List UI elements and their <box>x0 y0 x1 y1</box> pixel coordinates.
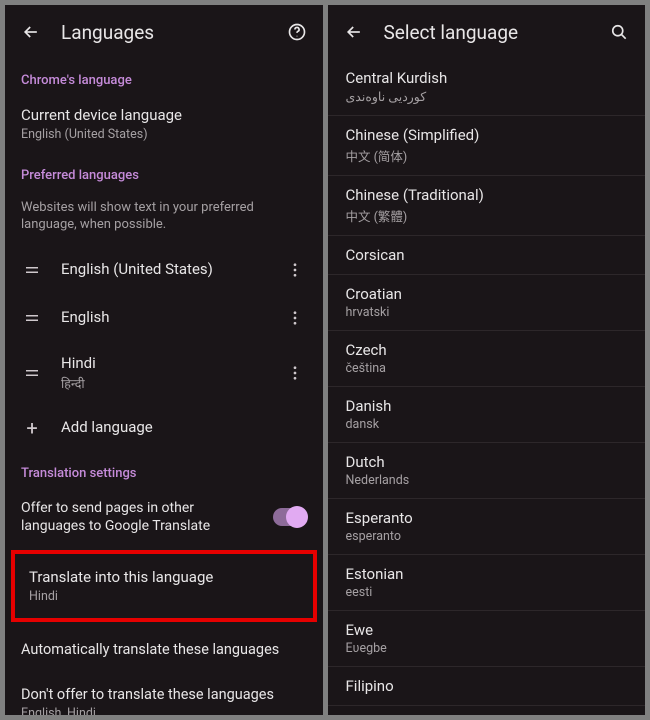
add-language-button[interactable]: + Add language <box>5 404 323 452</box>
language-list-item[interactable]: Corsican <box>328 235 646 274</box>
row-secondary: esperanto <box>346 529 630 544</box>
drag-handle-icon[interactable] <box>21 309 43 327</box>
row-primary: Czech <box>346 341 630 359</box>
highlight-annotation: Translate into this language Hindi <box>11 550 317 622</box>
back-icon[interactable] <box>19 20 43 44</box>
more-icon[interactable] <box>283 364 307 382</box>
row-secondary: 中文 (繁體) <box>346 206 630 225</box>
row-primary: Current device language <box>21 106 307 125</box>
row-primary: Chinese (Simplified) <box>346 126 630 144</box>
row-primary: Esperanto <box>346 509 630 527</box>
auto-translate-languages[interactable]: Automatically translate these languages <box>5 626 323 674</box>
row-secondary: dansk <box>346 417 630 432</box>
offer-translate-toggle[interactable] <box>273 508 307 526</box>
drag-handle-icon[interactable] <box>21 364 43 382</box>
row-primary: Dutch <box>346 453 630 471</box>
language-list-item[interactable]: Chinese (Simplified) 中文 (简体) <box>328 115 646 175</box>
row-primary: Offer to send pages in other languages t… <box>21 499 255 537</box>
language-list-item[interactable]: Dutch Nederlands <box>328 442 646 498</box>
search-icon[interactable] <box>607 20 631 44</box>
section-chrome-language: Chrome's language <box>5 59 323 94</box>
row-secondary: Nederlands <box>346 473 630 488</box>
page-title: Languages <box>61 21 267 44</box>
row-secondary: हिन्दी <box>61 375 265 392</box>
row-primary: Corsican <box>346 246 630 264</box>
language-list-item[interactable]: Filipino <box>328 666 646 705</box>
row-secondary: کوردیی ناوەندی <box>346 89 630 105</box>
row-secondary: English, Hindi <box>21 706 307 715</box>
section-translation-settings: Translation settings <box>5 452 323 487</box>
translate-into-language[interactable]: Translate into this language Hindi <box>15 554 313 618</box>
appbar: Select language <box>328 5 646 59</box>
row-secondary: Eʋegbe <box>346 641 630 656</box>
row-primary: English <box>61 308 265 327</box>
select-language-pane: Select language Central Kurdish کوردیی نا… <box>328 5 646 715</box>
more-icon[interactable] <box>283 261 307 279</box>
drag-handle-icon[interactable] <box>21 261 43 279</box>
row-primary: Ewe <box>346 621 630 639</box>
offer-translate-toggle-row[interactable]: Offer to send pages in other languages t… <box>5 487 323 549</box>
row-primary: Estonian <box>346 565 630 583</box>
row-primary: Filipino <box>346 677 630 695</box>
row-primary: Add language <box>61 418 307 437</box>
plus-icon: + <box>21 416 43 440</box>
language-list-item[interactable]: Chinese (Traditional) 中文 (繁體) <box>328 175 646 235</box>
language-list-item[interactable]: Ewe Eʋegbe <box>328 610 646 666</box>
row-primary: Automatically translate these languages <box>21 641 307 659</box>
language-list-item[interactable]: Czech čeština <box>328 330 646 386</box>
language-list-item[interactable]: Esperanto esperanto <box>328 498 646 554</box>
appbar: Languages <box>5 5 323 59</box>
preferred-languages-desc: Websites will show text in your preferre… <box>5 189 323 246</box>
row-secondary: Hindi <box>29 589 299 604</box>
section-preferred-languages: Preferred languages <box>5 154 323 189</box>
row-secondary: eesti <box>346 585 630 600</box>
current-device-language[interactable]: Current device language English (United … <box>5 94 323 154</box>
row-secondary: čeština <box>346 361 630 376</box>
languages-settings-pane: Languages Chrome's language Current devi… <box>5 5 323 715</box>
language-list-item[interactable]: Danish dansk <box>328 386 646 442</box>
row-primary: English (United States) <box>61 260 265 279</box>
row-primary: Central Kurdish <box>346 69 630 87</box>
row-secondary: English (United States) <box>21 127 307 142</box>
row-primary: Danish <box>346 397 630 415</box>
row-primary: Translate into this language <box>29 568 299 587</box>
row-primary: Chinese (Traditional) <box>346 186 630 204</box>
language-list-item[interactable]: Central Kurdish کوردیی ناوەندی <box>328 59 646 115</box>
row-secondary: hrvatski <box>346 305 630 320</box>
row-primary: Don't offer to translate these languages <box>21 686 307 704</box>
more-icon[interactable] <box>283 309 307 327</box>
page-title: Select language <box>384 21 590 44</box>
row-secondary: 中文 (简体) <box>346 146 630 165</box>
help-icon[interactable] <box>285 20 309 44</box>
preferred-language-row[interactable]: Hindi हिन्दी <box>5 342 323 404</box>
preferred-language-row[interactable]: English (United States) <box>5 246 323 294</box>
dont-offer-translate-languages[interactable]: Don't offer to translate these languages… <box>5 674 323 715</box>
preferred-language-row[interactable]: English <box>5 294 323 342</box>
row-primary: Hindi <box>61 354 265 373</box>
language-list-item[interactable]: Finnishsuomi <box>328 705 646 715</box>
language-list-item[interactable]: Croatian hrvatski <box>328 274 646 330</box>
back-icon[interactable] <box>342 20 366 44</box>
language-list-item[interactable]: Estonian eesti <box>328 554 646 610</box>
row-primary: Croatian <box>346 285 630 303</box>
language-list[interactable]: Central Kurdish کوردیی ناوەندی Chinese (Si… <box>328 59 646 715</box>
